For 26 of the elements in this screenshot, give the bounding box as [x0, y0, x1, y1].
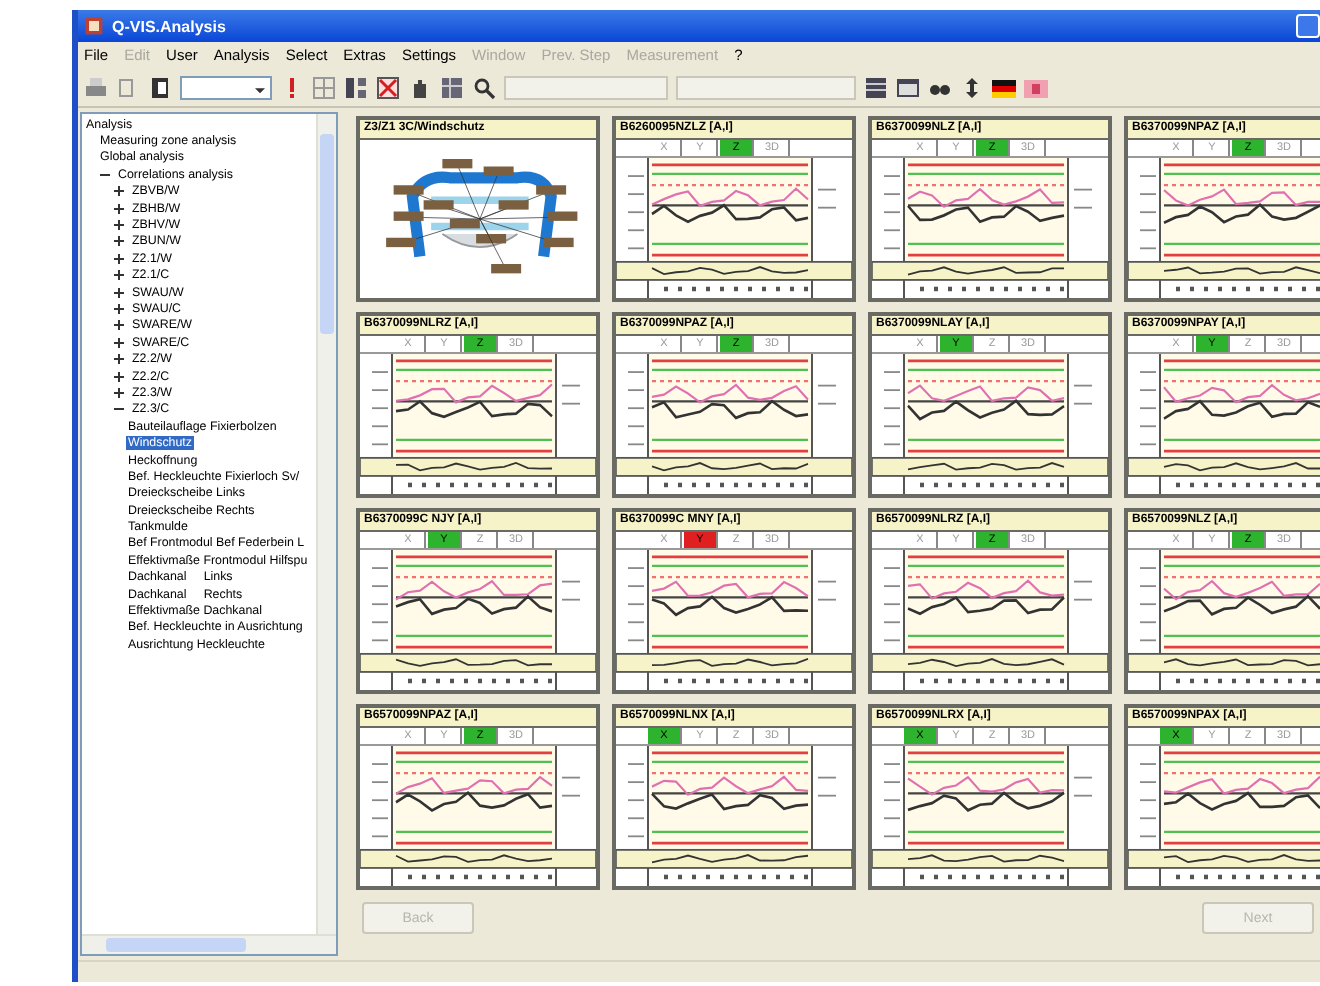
document-icon[interactable]: [148, 75, 172, 99]
plus-icon[interactable]: [112, 352, 126, 367]
printer-icon[interactable]: [84, 75, 108, 99]
plus-icon[interactable]: [112, 251, 126, 266]
plus-icon[interactable]: [112, 369, 126, 384]
app-icon[interactable]: [84, 14, 104, 38]
vertical-scrollbar[interactable]: [316, 114, 336, 934]
plus-icon[interactable]: [112, 301, 126, 316]
plus-icon[interactable]: [112, 335, 126, 350]
plus-icon[interactable]: [112, 201, 126, 216]
plus-icon[interactable]: [112, 184, 126, 199]
plus-icon[interactable]: [112, 218, 126, 233]
plus-icon[interactable]: [112, 234, 126, 249]
plus-icon[interactable]: [112, 318, 126, 333]
search-icon[interactable]: [472, 75, 496, 99]
table-icon[interactable]: [440, 75, 464, 99]
plus-icon[interactable]: [112, 385, 126, 400]
cross-grid-icon[interactable]: [376, 75, 400, 99]
minimize-button[interactable]: [1296, 14, 1320, 38]
window-title: Q-VIS.Analysis: [112, 17, 228, 35]
plus-icon[interactable]: [112, 285, 126, 300]
horizontal-scrollbar[interactable]: [82, 934, 336, 954]
window-icon[interactable]: [896, 75, 920, 99]
plus-icon[interactable]: [112, 268, 126, 283]
columns-icon[interactable]: [344, 75, 368, 99]
chart-grid-icon[interactable]: [864, 75, 888, 99]
